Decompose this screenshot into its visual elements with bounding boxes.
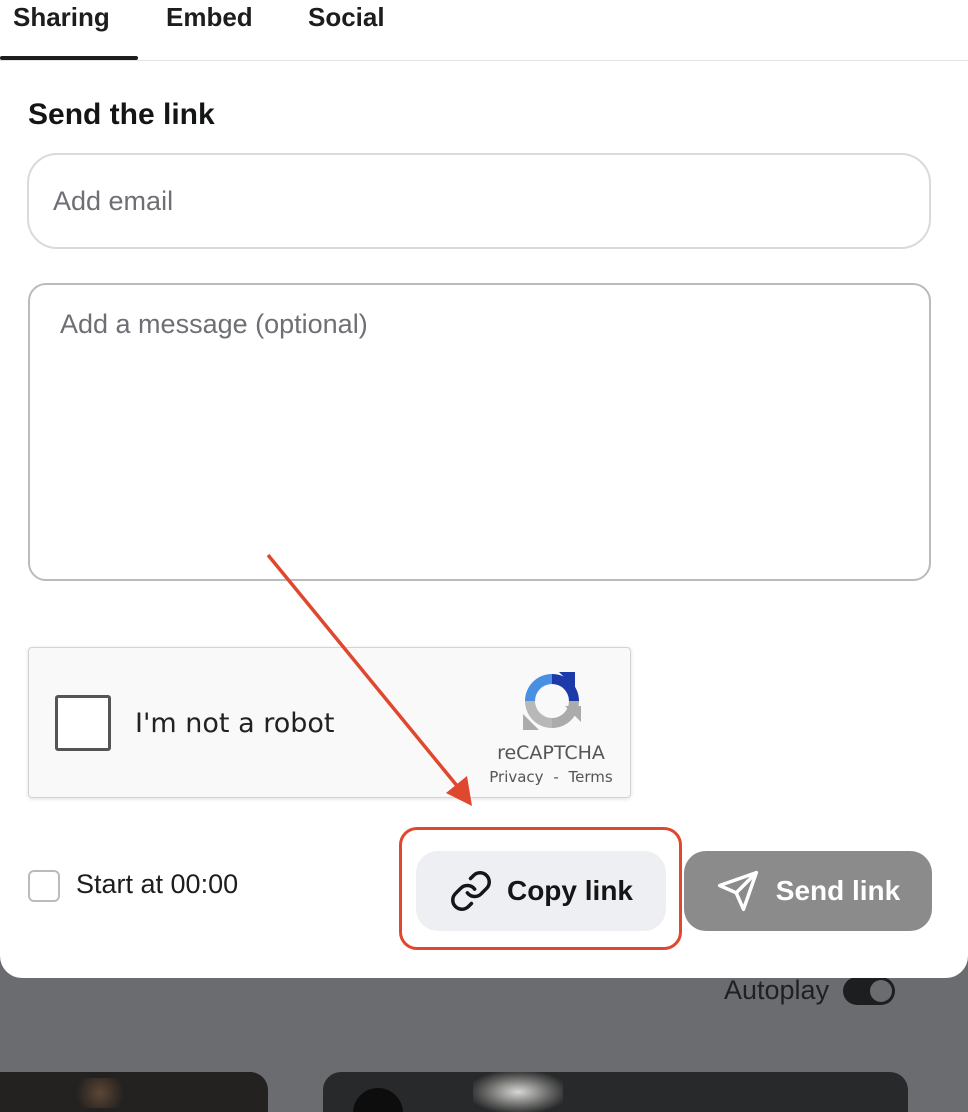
tab-social[interactable]: Social [308,2,385,33]
tab-sharing[interactable]: Sharing [13,2,110,33]
toggle-knob [870,979,893,1002]
tab-bar: Sharing Embed Social [0,0,968,61]
recaptcha-widget: I'm not a robot reCAPTCHA Privacy - Term… [28,647,631,798]
start-at-checkbox[interactable] [28,870,60,902]
message-input[interactable] [28,283,931,581]
active-tab-indicator [0,56,138,60]
avatar [353,1088,403,1112]
recaptcha-checkbox[interactable] [55,695,111,751]
email-input[interactable] [27,153,931,249]
annotation-highlight-box [399,827,682,950]
autoplay-label: Autoplay [724,975,830,1005]
video-thumbnail[interactable] [0,1072,268,1112]
start-at-label: Start at 00:00 [76,869,239,899]
recaptcha-logo-icon [523,672,581,730]
recaptcha-label: I'm not a robot [135,708,335,739]
section-title: Send the link [28,98,215,131]
send-link-button[interactable]: Send link [684,851,932,931]
autoplay-toggle[interactable] [843,976,896,1005]
autoplay-control[interactable]: Autoplay [724,975,896,1006]
video-thumbnail[interactable] [323,1072,908,1112]
recaptcha-links: Privacy - Terms [469,768,633,786]
paper-plane-icon [716,869,760,913]
thumbnail-image-detail [70,1078,130,1108]
thumbnail-image-detail [473,1072,563,1112]
recaptcha-link-separator: - [553,768,559,786]
tab-embed[interactable]: Embed [166,2,253,33]
recaptcha-brand: reCAPTCHA [497,742,605,764]
send-link-label: Send link [775,875,901,906]
recaptcha-privacy-link[interactable]: Privacy [489,768,543,786]
recaptcha-terms-link[interactable]: Terms [569,768,613,786]
